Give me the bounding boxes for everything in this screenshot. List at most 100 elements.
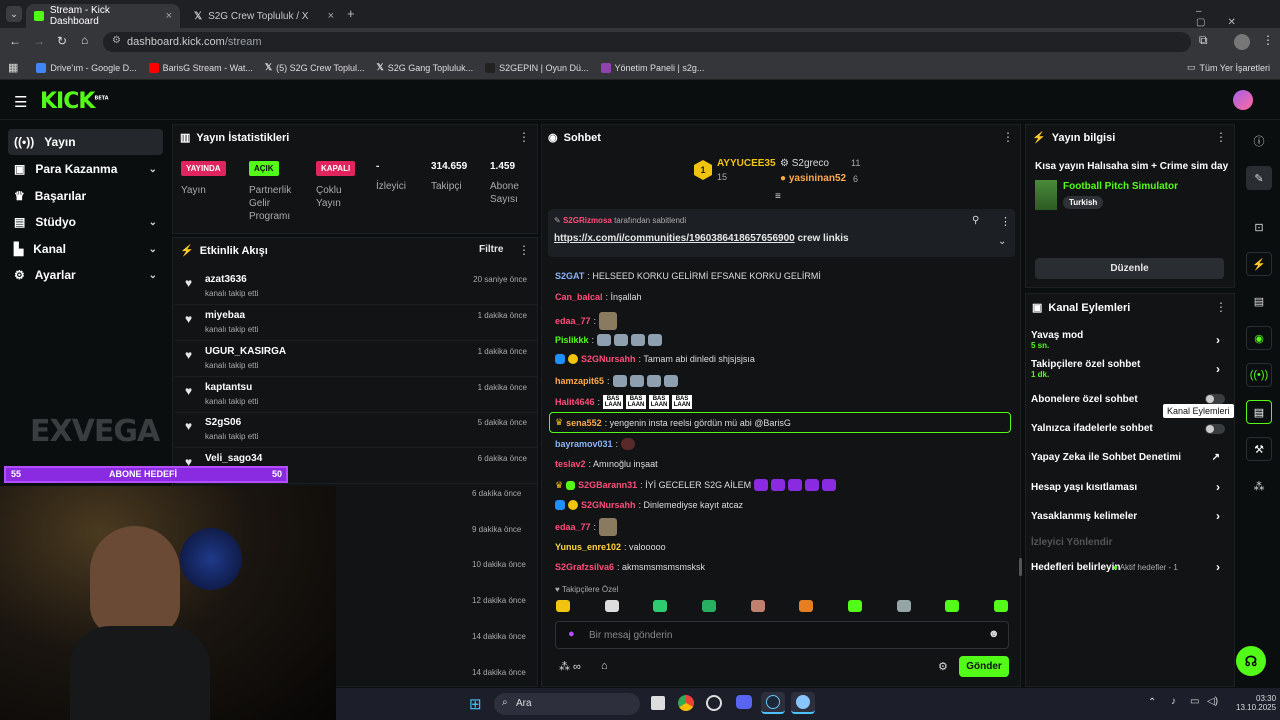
microphone-tray-icon[interactable]: ♪ bbox=[1171, 696, 1176, 707]
emote-icon[interactable] bbox=[993, 600, 1008, 612]
all-bookmarks[interactable]: ▭ Tüm Yer İşaretleri bbox=[1187, 62, 1270, 73]
broadcast-icon[interactable]: ((•)) bbox=[1246, 363, 1272, 387]
send-button[interactable]: Gönder bbox=[959, 656, 1009, 677]
set-goals-item[interactable]: Hedefleri belirleyin ● Aktif hedefler - 1… bbox=[1031, 560, 1226, 574]
screenshot-icon[interactable]: ⊡ bbox=[1246, 215, 1272, 239]
top-gifter-name[interactable]: AYYUCEE35 bbox=[717, 158, 776, 169]
window-controls[interactable]: –▢✕ bbox=[1196, 6, 1280, 28]
bookmark-item[interactable]: Yönetim Paneli | s2g... bbox=[600, 62, 704, 73]
game-link[interactable]: Football Pitch Simulator bbox=[1063, 181, 1178, 192]
points-icon[interactable]: ⁂ bbox=[1246, 474, 1272, 498]
extensions-icon[interactable]: ⧉ bbox=[1199, 33, 1208, 48]
profile-avatar[interactable] bbox=[1234, 34, 1250, 50]
emote-icon[interactable] bbox=[945, 600, 960, 612]
account-age-item[interactable]: Hesap yaşı kısıtlaması › bbox=[1031, 480, 1226, 494]
nav-yayin[interactable]: ((•)) Yayın bbox=[8, 129, 163, 155]
nav-studyo[interactable]: ▤ Stüdyo ⌄ bbox=[8, 209, 163, 235]
microphone-icon[interactable]: ● bbox=[568, 628, 575, 640]
emotes-only-toggle[interactable] bbox=[1205, 424, 1225, 434]
nav-ayarlar[interactable]: ⚙ Ayarlar ⌄ bbox=[8, 262, 163, 288]
expand-gifters-icon[interactable]: ≡ bbox=[775, 191, 781, 202]
help-icon[interactable]: ☊ bbox=[1236, 646, 1266, 676]
followers-only-item[interactable]: Takipçilere özel sohbet 1 dk. › bbox=[1031, 359, 1226, 379]
document-icon[interactable]: ▤ bbox=[1246, 289, 1272, 313]
chat-icon[interactable]: ◉ bbox=[1246, 326, 1272, 350]
chat-scrollbar[interactable] bbox=[1019, 558, 1022, 576]
menu-icon[interactable]: ⋮ bbox=[1262, 33, 1274, 47]
emote-icon[interactable] bbox=[653, 600, 668, 612]
emote-icon[interactable] bbox=[701, 600, 716, 612]
emote-icon[interactable] bbox=[896, 600, 911, 612]
bookmark-item[interactable]: BarisG Stream - Wat... bbox=[148, 62, 253, 73]
edit-icon[interactable]: ✎ bbox=[1246, 166, 1272, 190]
chat-menu-icon[interactable]: ⋮ bbox=[1002, 130, 1014, 144]
emote-icon[interactable] bbox=[750, 600, 765, 612]
ai-moderation-item[interactable]: Yapay Zeka ile Sohbet Denetimi ↗ bbox=[1031, 452, 1226, 463]
nav-kanal[interactable]: ▙ Kanal ⌄ bbox=[8, 236, 163, 262]
store-icon[interactable]: ⌂ bbox=[601, 660, 608, 672]
apps-icon[interactable]: ▦ bbox=[8, 61, 18, 74]
clock[interactable]: 03:30 13.10.2025 bbox=[1236, 694, 1276, 712]
actions-menu-icon[interactable]: ⋮ bbox=[1215, 300, 1227, 314]
filter-button[interactable]: Filtre bbox=[479, 244, 503, 255]
volume-icon[interactable]: ◁) bbox=[1207, 696, 1218, 707]
home-icon[interactable]: ⌂ bbox=[81, 33, 88, 47]
bookmark-item[interactable]: S2GEPIN | Oyun Dü... bbox=[485, 62, 589, 73]
chat-settings-icon[interactable]: ⚙ bbox=[938, 660, 948, 673]
user-avatar[interactable] bbox=[1233, 90, 1253, 110]
taskbar-search[interactable]: ⌕ Ara bbox=[494, 693, 640, 715]
discord-icon[interactable] bbox=[736, 695, 752, 709]
emote-icon[interactable] bbox=[847, 600, 862, 612]
pinned-menu-icon[interactable]: ⋮ bbox=[1000, 215, 1011, 228]
info-menu-icon[interactable]: ⋮ bbox=[1215, 130, 1227, 144]
edit-button[interactable]: Düzenle bbox=[1035, 258, 1224, 279]
pinned-link[interactable]: https://x.com/i/communities/196038641865… bbox=[554, 233, 795, 244]
bookmark-item[interactable]: 𝕏 (5) S2G Crew Toplul... bbox=[265, 62, 365, 73]
info-icon[interactable]: ⓘ bbox=[1246, 129, 1272, 153]
banned-words-item[interactable]: Yasaklanmış kelimeler › bbox=[1031, 509, 1226, 523]
gifter-3[interactable]: ● yasininan52 bbox=[780, 173, 846, 184]
chrome-icon[interactable] bbox=[678, 695, 694, 711]
emote-icon[interactable] bbox=[556, 600, 570, 612]
task-view-icon[interactable] bbox=[651, 696, 665, 710]
slow-mode-item[interactable]: Yavaş mod 5 sn. › bbox=[1031, 330, 1226, 350]
tab-x-community[interactable]: 𝕏 S2G Crew Topluluk / X × bbox=[186, 4, 342, 28]
heart-icon: ♥ bbox=[185, 312, 193, 326]
new-tab-icon[interactable]: + bbox=[347, 6, 355, 21]
bookmark-item[interactable]: Drive'ım - Google D... bbox=[36, 62, 137, 73]
tray-chevron-icon[interactable]: ⌃ bbox=[1148, 697, 1156, 708]
close-icon[interactable]: × bbox=[328, 10, 334, 22]
channel-actions-icon[interactable]: ▤ bbox=[1246, 400, 1272, 424]
site-info-icon[interactable]: ⚙ bbox=[112, 35, 121, 46]
bookmark-item[interactable]: 𝕏 S2G Gang Topluluk... bbox=[376, 62, 473, 73]
network-icon[interactable]: ▭ bbox=[1190, 696, 1199, 707]
lightning-icon[interactable]: ⚡ bbox=[1246, 252, 1272, 276]
nav-basarilar[interactable]: ♛ Başarılar bbox=[8, 183, 163, 209]
reload-icon[interactable]: ↻ bbox=[57, 34, 67, 48]
forward-icon[interactable]: → bbox=[33, 34, 45, 48]
subs-only-toggle[interactable] bbox=[1205, 394, 1225, 404]
steam-icon[interactable] bbox=[761, 692, 785, 714]
points-icon[interactable]: ⁂ ∞ bbox=[559, 660, 581, 673]
events-menu-icon[interactable]: ⋮ bbox=[518, 243, 530, 257]
chevron-down-icon[interactable]: ⌄ bbox=[998, 236, 1006, 247]
unpin-icon[interactable]: ⚲ bbox=[972, 215, 979, 226]
kick-logo[interactable]: KICKBETA bbox=[40, 89, 109, 114]
emote-icon[interactable] bbox=[799, 600, 814, 612]
gifter-2[interactable]: ⚙ S2greco bbox=[780, 158, 829, 169]
tab-kick-dashboard[interactable]: Stream - Kick Dashboard × bbox=[26, 4, 180, 28]
wrench-icon[interactable]: ⚒ bbox=[1246, 437, 1272, 461]
url-input[interactable]: ⚙ dashboard.kick.com/stream bbox=[103, 32, 1191, 52]
github-icon[interactable] bbox=[706, 695, 722, 711]
obs-icon[interactable] bbox=[791, 692, 815, 714]
back-icon[interactable]: ← bbox=[9, 34, 21, 48]
tab-list-icon[interactable]: ⌄ bbox=[6, 6, 22, 22]
stats-menu-icon[interactable]: ⋮ bbox=[518, 130, 530, 144]
hamburger-menu-icon[interactable]: ☰ bbox=[14, 93, 27, 111]
emote-icon[interactable] bbox=[604, 600, 619, 612]
emoji-icon[interactable]: ☻ bbox=[988, 628, 1000, 640]
windows-start-icon[interactable]: ⊞ bbox=[469, 695, 482, 713]
chat-input[interactable]: ● Bir mesaj gönderin ☻ bbox=[555, 621, 1009, 649]
close-icon[interactable]: × bbox=[166, 10, 172, 22]
nav-para-kazanma[interactable]: ▣ Para Kazanma ⌄ bbox=[8, 156, 163, 182]
